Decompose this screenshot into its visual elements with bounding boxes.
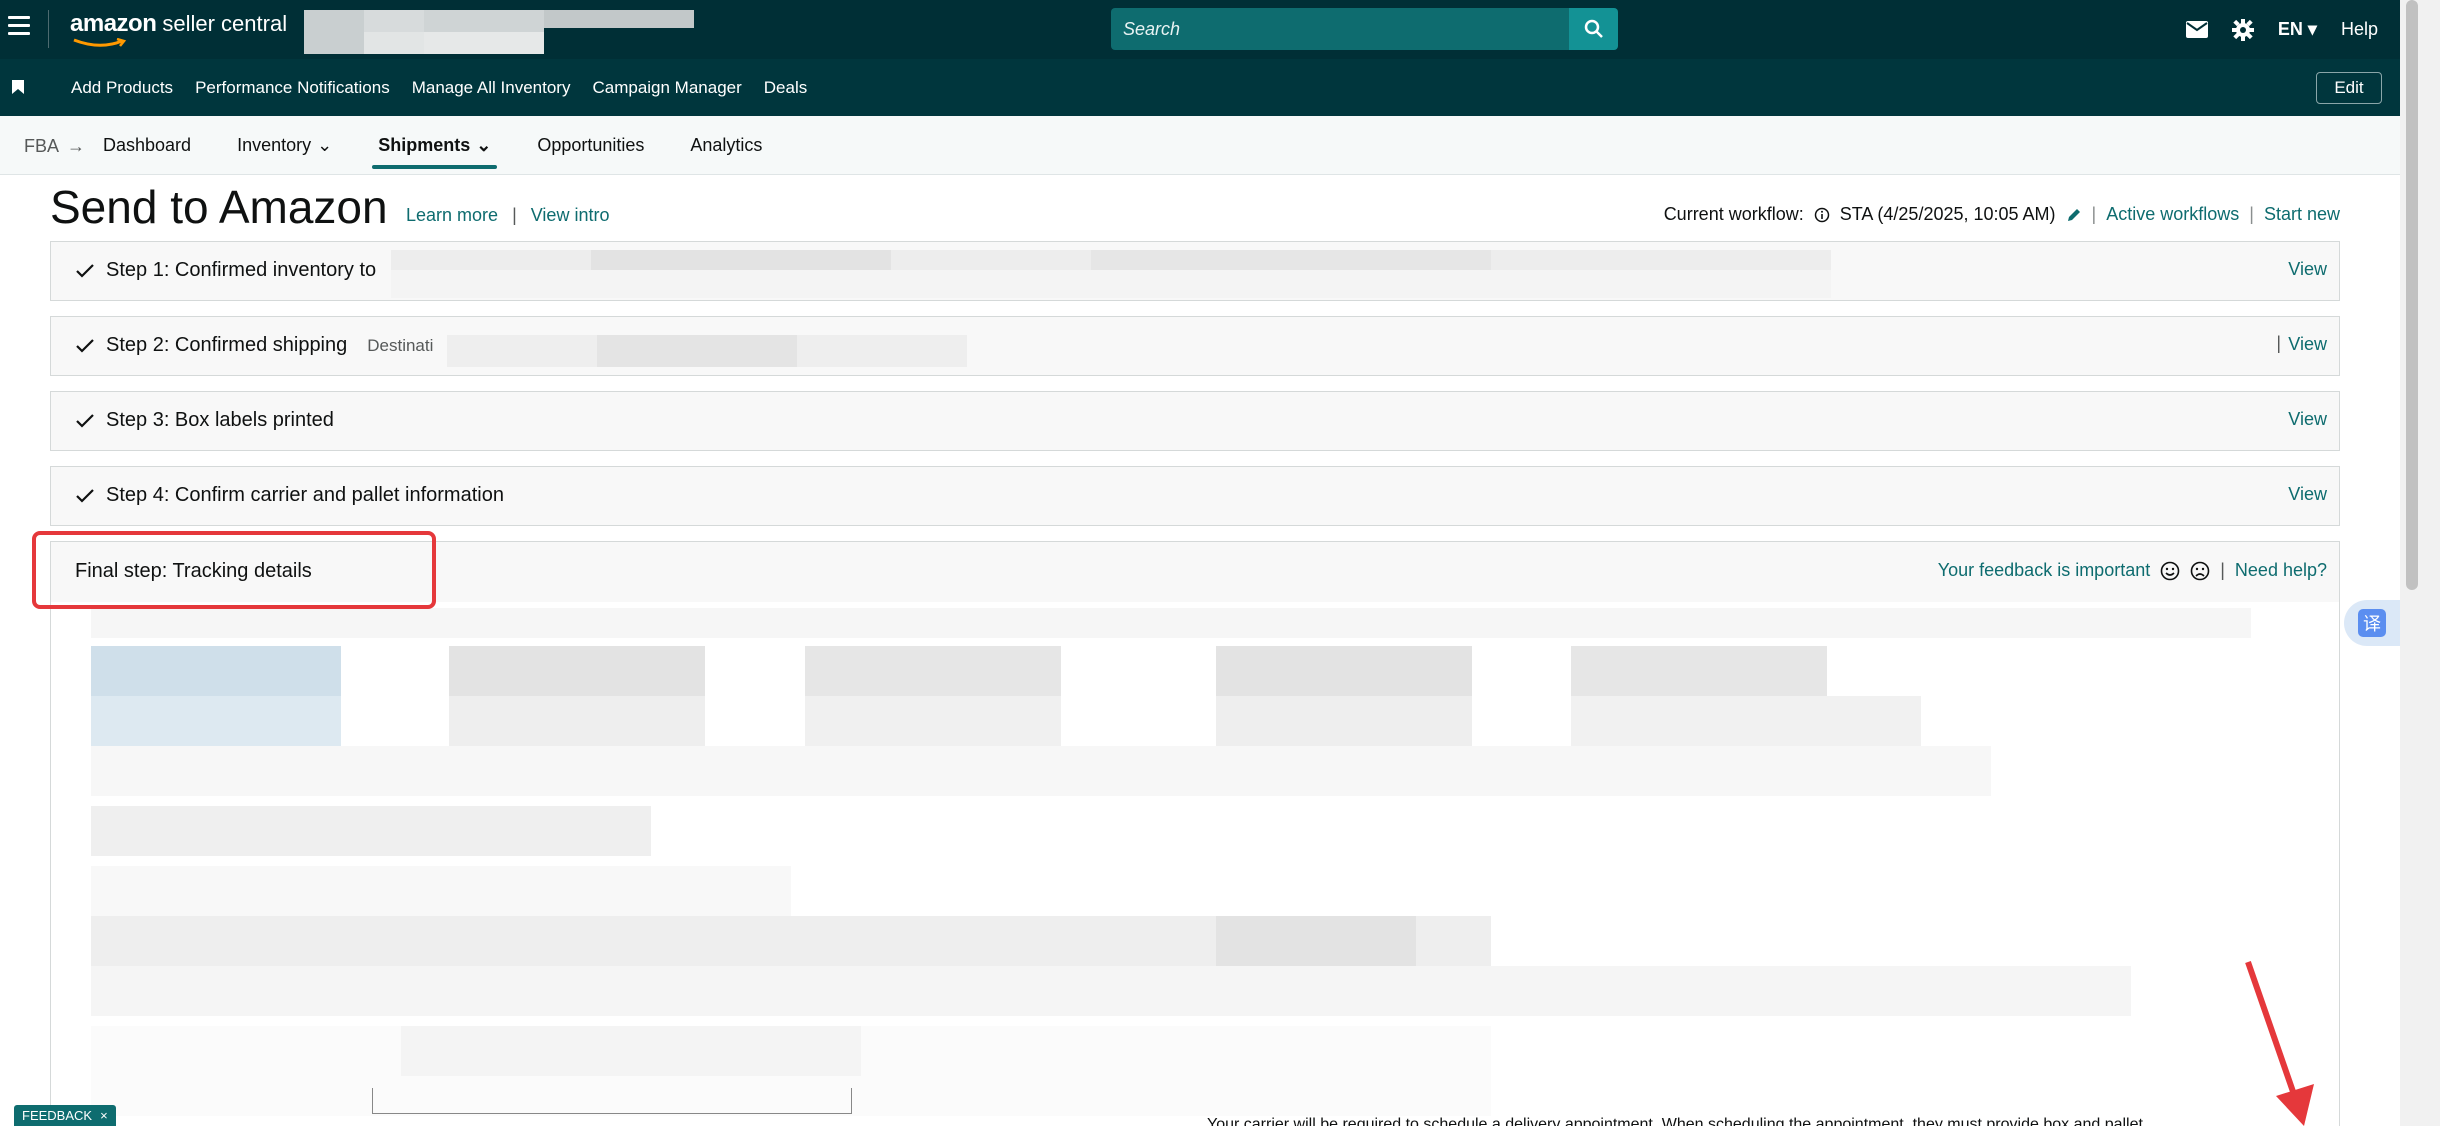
check-icon bbox=[76, 414, 94, 428]
title-links: Learn more | View intro bbox=[406, 205, 609, 226]
smile-face-icon[interactable] bbox=[2160, 561, 2180, 581]
check-icon bbox=[76, 489, 94, 503]
chevron-down-icon: ▾ bbox=[2307, 19, 2317, 39]
info-icon[interactable] bbox=[1814, 207, 1830, 223]
edit-bookmarks-button[interactable]: Edit bbox=[2316, 72, 2382, 104]
chevron-down-icon: ⌄ bbox=[317, 135, 333, 155]
smile-icon bbox=[73, 38, 127, 47]
check-icon bbox=[76, 339, 94, 353]
start-new-link[interactable]: Start new bbox=[2264, 204, 2340, 225]
language-selector[interactable]: EN ▾ bbox=[2278, 19, 2317, 40]
account-selector-redacted[interactable] bbox=[304, 10, 694, 54]
breadcrumb: FBA → bbox=[24, 136, 85, 157]
need-help-link[interactable]: Need help? bbox=[2235, 560, 2327, 581]
tab-list: Dashboard Inventory ⌄ Shipments ⌄ Opportun… bbox=[103, 116, 762, 175]
tab-label: Dashboard bbox=[103, 135, 192, 155]
tab-label: Opportunities bbox=[537, 135, 645, 155]
workflow-label: Current workflow: bbox=[1663, 204, 1804, 224]
tab-inventory[interactable]: Inventory ⌄ bbox=[237, 116, 332, 175]
tab-dashboard[interactable]: Dashboard bbox=[103, 116, 191, 175]
bookmark-items: Add Products Performance Notifications M… bbox=[71, 59, 807, 116]
tab-label: Shipments bbox=[378, 135, 471, 155]
breadcrumb-fba[interactable]: FBA bbox=[24, 136, 59, 157]
feedback-link[interactable]: Your feedback is important bbox=[1938, 560, 2150, 581]
logo[interactable]: amazon seller central bbox=[70, 10, 287, 50]
feedback-label: FEEDBACK bbox=[22, 1108, 93, 1123]
bookmark-campaign-manager[interactable]: Campaign Manager bbox=[592, 78, 741, 98]
sub-navigation: FBA → Dashboard Inventory ⌄ Shipments ⌄ Op… bbox=[0, 116, 2400, 175]
gear-icon[interactable] bbox=[2231, 18, 2254, 41]
tab-label: Inventory bbox=[237, 135, 312, 155]
carrier-appointment-text: Your carrier will be required to schedul… bbox=[1207, 1116, 2143, 1126]
step-1-label: Step 1: Confirmed inventory to bbox=[106, 259, 377, 281]
separator: | bbox=[2091, 204, 2097, 224]
view-intro-link[interactable]: View intro bbox=[531, 205, 610, 226]
step-3-view-link[interactable]: View bbox=[2288, 409, 2327, 430]
step-2-card: Step 2: Confirmed shipping Destinati | Vi… bbox=[50, 316, 2340, 376]
language-label: EN bbox=[2277, 19, 2303, 39]
pencil-icon[interactable] bbox=[2066, 207, 2082, 223]
tab-shipments[interactable]: Shipments ⌄ bbox=[372, 116, 498, 175]
chevron-down-icon: ⌄ bbox=[476, 135, 492, 155]
step-4-view-link[interactable]: View bbox=[2288, 484, 2327, 505]
search-icon bbox=[1584, 19, 1603, 38]
tracking-input-field[interactable] bbox=[372, 1088, 852, 1114]
check-icon bbox=[76, 264, 94, 278]
step-2-label: Step 2: Confirmed shipping Destinati bbox=[106, 334, 433, 357]
bookmark-add-products[interactable]: Add Products bbox=[71, 78, 173, 98]
menu-icon[interactable] bbox=[8, 16, 30, 38]
close-icon[interactable]: × bbox=[100, 1108, 108, 1123]
step-1-view-link[interactable]: View bbox=[2288, 259, 2327, 280]
annotation-arrow bbox=[2245, 961, 2314, 1126]
help-link[interactable]: Help bbox=[2341, 19, 2378, 40]
workflow-value: STA (4/25/2025, 10:05 AM) bbox=[1839, 204, 2056, 224]
logo-suffix: seller central bbox=[162, 11, 288, 36]
top-right-actions: EN ▾ Help bbox=[2185, 0, 2378, 59]
step-2-subtext: Destinati bbox=[367, 336, 434, 355]
scrollbar[interactable] bbox=[2400, 0, 2440, 1126]
step-1-card: Step 1: Confirmed inventory to View bbox=[50, 241, 2340, 301]
bookmark-bar: Add Products Performance Notifications M… bbox=[0, 59, 2440, 116]
step-2-title: Step 2: Confirmed shipping bbox=[106, 334, 348, 356]
annotation-highlight-box bbox=[32, 531, 436, 609]
tab-analytics[interactable]: Analytics bbox=[690, 116, 762, 175]
bookmark-icon[interactable] bbox=[12, 80, 24, 94]
step-2-view-link[interactable]: View bbox=[2288, 334, 2327, 355]
redacted-content bbox=[391, 250, 1831, 298]
step-4-label: Step 4: Confirm carrier and pallet infor… bbox=[106, 484, 504, 506]
separator: | bbox=[2220, 560, 2225, 580]
separator: | bbox=[2249, 204, 2254, 224]
tab-opportunities[interactable]: Opportunities bbox=[537, 116, 644, 175]
scrollbar-thumb[interactable] bbox=[2406, 0, 2418, 590]
translate-icon: 译 bbox=[2358, 609, 2386, 637]
active-workflows-link[interactable]: Active workflows bbox=[2106, 204, 2239, 225]
translate-button[interactable]: 译 bbox=[2344, 600, 2400, 646]
tab-label: Analytics bbox=[690, 135, 763, 155]
page-title: Send to Amazon bbox=[50, 181, 388, 233]
bookmark-performance-notifications[interactable]: Performance Notifications bbox=[195, 78, 390, 98]
bookmark-manage-all-inventory[interactable]: Manage All Inventory bbox=[412, 78, 571, 98]
separator: | bbox=[512, 205, 517, 225]
divider bbox=[48, 10, 49, 48]
final-step-card: Final step: Tracking details Your feedba… bbox=[50, 541, 2340, 1126]
final-step-actions: Your feedback is important | Need help? bbox=[1938, 560, 2327, 581]
bookmark-deals[interactable]: Deals bbox=[764, 78, 807, 98]
mail-icon[interactable] bbox=[2185, 21, 2208, 38]
workflow-info: Current workflow: STA (4/25/2025, 10:05 … bbox=[1664, 204, 2340, 225]
arrow-right-icon: → bbox=[67, 136, 86, 156]
learn-more-link[interactable]: Learn more bbox=[406, 205, 498, 226]
feedback-tab[interactable]: FEEDBACK × bbox=[14, 1105, 116, 1126]
search-input[interactable] bbox=[1111, 8, 1569, 50]
frown-face-icon[interactable] bbox=[2190, 561, 2210, 581]
search-button[interactable] bbox=[1569, 8, 1618, 50]
step-3-card: Step 3: Box labels printed View bbox=[50, 391, 2340, 451]
separator: | bbox=[2276, 333, 2281, 353]
top-bar: amazonseller central EN ▾ Help bbox=[0, 0, 2440, 59]
logo-word: amazon bbox=[70, 10, 157, 37]
step-4-card: Step 4: Confirm carrier and pallet infor… bbox=[50, 466, 2340, 526]
redacted-content bbox=[447, 335, 967, 367]
redacted-tracking-content bbox=[91, 608, 2251, 1116]
step-3-label: Step 3: Box labels printed bbox=[106, 409, 334, 431]
search-bar bbox=[1111, 8, 1618, 50]
